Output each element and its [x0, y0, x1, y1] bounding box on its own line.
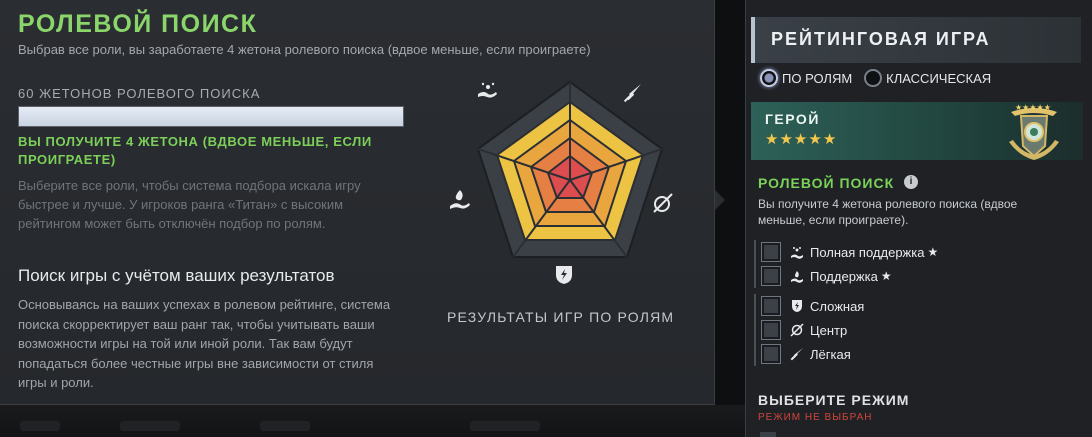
ranked-title: РЕЙТИНГОВАЯ ИГРА	[771, 29, 991, 49]
select-mode-title: ВЫБЕРИТЕ РЕЖИМ	[758, 392, 910, 408]
radio-roles[interactable]	[760, 69, 778, 87]
hint-text: Выберите все роли, чтобы система подбора…	[18, 178, 361, 231]
support-icon	[790, 269, 804, 283]
role-label: Лёгкая	[810, 346, 851, 362]
radar-caption: РЕЗУЛЬТАТЫ ИГР ПО РОЛЯМ	[447, 309, 675, 325]
favorite-star-icon: ★	[927, 245, 939, 259]
role-search-tooltip: РОЛЕВОЙ ПОИСК Выбрав все роли, вы зарабо…	[0, 0, 715, 405]
rank-star-icon: ★	[808, 131, 822, 148]
hard-support-icon	[478, 82, 497, 98]
background-blur	[260, 421, 310, 431]
rank-box: ГЕРОЙ ★ ★ ★ ★ ★ ★★★★★	[751, 102, 1083, 160]
rank-star-icon: ★	[765, 131, 779, 148]
role-group-support: Полная поддержка ★ Поддержка ★	[754, 240, 1084, 288]
ranked-panel: РЕЙТИНГОВАЯ ИГРА ПО РОЛЯМ КЛАССИЧЕСКАЯ Г…	[745, 0, 1092, 437]
mid-icon	[790, 323, 804, 337]
mode-radio-group: ПО РОЛЯМ КЛАССИЧЕСКАЯ	[760, 67, 1003, 89]
rank-label: ГЕРОЙ	[765, 111, 820, 127]
role-label: Поддержка	[810, 268, 878, 284]
favorite-star-icon: ★	[880, 269, 892, 283]
background-strip	[0, 405, 745, 437]
role-item-safelane[interactable]: Лёгкая	[762, 342, 1084, 366]
offlane-icon	[790, 299, 804, 313]
receive-tokens-text: ВЫ ПОЛУЧИТЕ 4 ЖЕТОНА (ВДВОЕ МЕНЬШЕ, ЕСЛИ…	[18, 134, 372, 167]
mode-checkbox[interactable]	[760, 432, 776, 437]
rank-star-icon: ★	[822, 131, 837, 148]
radio-roles-label[interactable]: ПО РОЛЯМ	[782, 71, 852, 86]
safelane-icon	[790, 347, 804, 361]
rank-star-icon: ★	[779, 131, 793, 148]
role-label: Сложная	[810, 298, 865, 314]
rank-medal-icon: ★★★★★	[1009, 103, 1059, 160]
tokens-label: 60 ЖЕТОНОВ РОЛЕВОГО ПОИСКА	[18, 86, 261, 101]
offlane-shield-icon	[556, 266, 572, 284]
rank-star-icon: ★	[793, 131, 808, 148]
role-checkbox[interactable]	[762, 297, 780, 315]
role-radar-chart	[450, 80, 673, 284]
info-icon[interactable]: i	[904, 175, 918, 189]
role-checkbox[interactable]	[762, 345, 780, 363]
background-blur	[470, 421, 540, 431]
carry-sword-icon	[623, 84, 641, 103]
background-blur	[120, 421, 180, 431]
role-group-core: Сложная Центр Лёгкая	[754, 294, 1084, 366]
rank-stars: ★ ★ ★ ★ ★	[765, 132, 836, 147]
popup-arrow	[715, 190, 725, 210]
role-list: Полная поддержка ★ Поддержка ★ Сложная Ц…	[754, 240, 1084, 366]
tokens-progress-fill	[19, 107, 403, 126]
role-checkbox[interactable]	[762, 321, 780, 339]
role-checkbox[interactable]	[762, 243, 780, 261]
role-item-mid[interactable]: Центр	[762, 318, 1084, 342]
section-title: Поиск игры с учётом ваших результатов	[18, 266, 335, 285]
role-item-offlane[interactable]: Сложная	[762, 294, 1084, 318]
tokens-progress-bar	[18, 106, 404, 127]
mode-status: РЕЖИМ НЕ ВЫБРАН	[758, 412, 873, 423]
role-search-description: Вы получите 4 жетона ролевого поиска (вд…	[758, 197, 1018, 227]
svg-text:★★★★★: ★★★★★	[1015, 103, 1051, 112]
role-label: Центр	[810, 322, 848, 338]
ranked-header: РЕЙТИНГОВАЯ ИГРА	[751, 17, 1081, 63]
role-label: Полная поддержка	[810, 244, 925, 260]
role-checkbox[interactable]	[762, 267, 780, 285]
support-hand-icon	[450, 190, 470, 209]
role-search-title: РОЛЕВОЙ ПОИСК	[758, 175, 895, 191]
hard-support-icon	[790, 245, 804, 259]
background-blur	[20, 421, 60, 431]
radio-classic[interactable]	[864, 69, 883, 87]
mid-bow-icon	[653, 193, 673, 213]
popup-subtitle: Выбрав все роли, вы заработаете 4 жетона…	[18, 42, 591, 57]
section-text: Основываясь на ваших успехах в ролевом р…	[18, 297, 391, 390]
radio-classic-label[interactable]: КЛАССИЧЕСКАЯ	[886, 71, 991, 86]
popup-title: РОЛЕВОЙ ПОИСК	[18, 10, 258, 38]
role-item-hard-support[interactable]: Полная поддержка ★	[762, 240, 1084, 264]
role-item-support[interactable]: Поддержка ★	[762, 264, 1084, 288]
